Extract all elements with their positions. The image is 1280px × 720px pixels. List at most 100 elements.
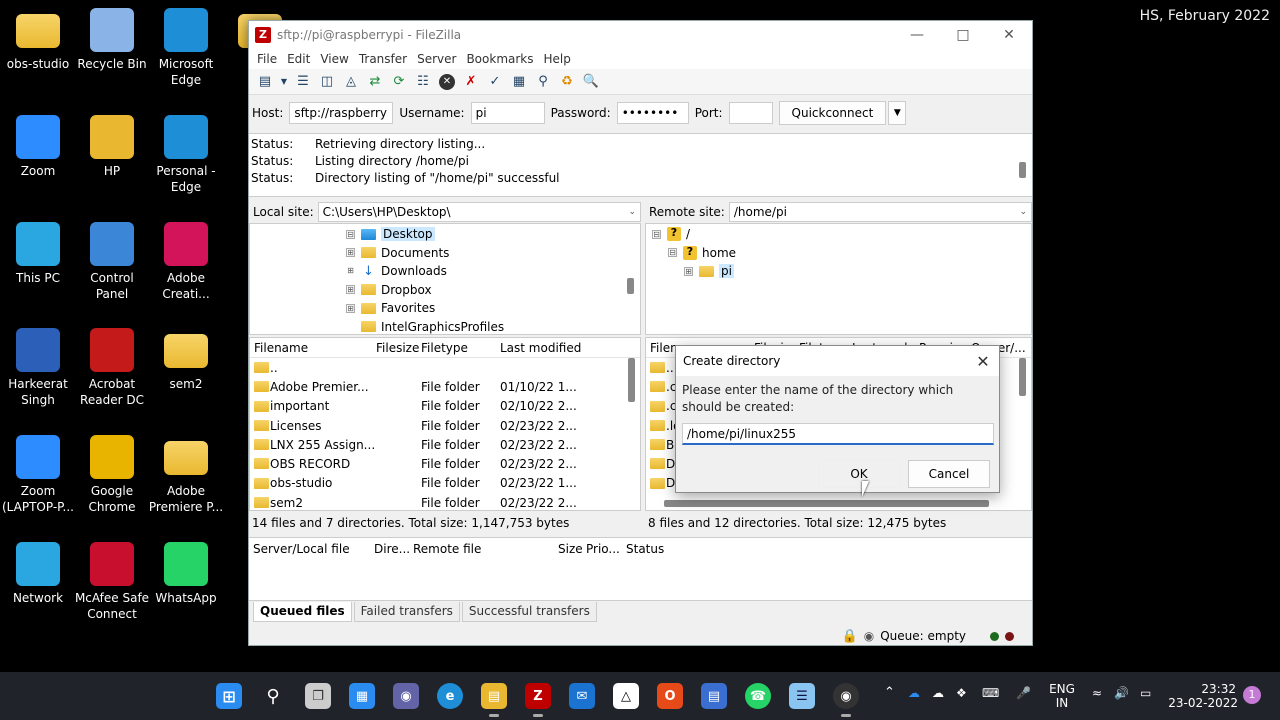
menu-view[interactable]: View bbox=[318, 52, 356, 66]
notepad-icon[interactable]: ☰ bbox=[789, 683, 815, 709]
col-filesize[interactable]: Filesize bbox=[376, 341, 419, 355]
menu-help[interactable]: Help bbox=[542, 52, 579, 66]
local-path-combo[interactable]: C:\Users\HP\Desktop\ ⌄ bbox=[317, 202, 641, 222]
toggle-log-icon[interactable]: ☰ bbox=[293, 72, 313, 92]
menu-edit[interactable]: Edit bbox=[285, 52, 318, 66]
filezilla-taskbar-icon[interactable]: Z bbox=[525, 683, 551, 717]
close-button[interactable]: ✕ bbox=[986, 27, 1032, 43]
queue-col-status[interactable]: Status bbox=[626, 542, 664, 556]
tree-item-home[interactable]: ⊟? home bbox=[646, 244, 1031, 263]
local-list-scrollbar[interactable] bbox=[628, 358, 635, 402]
process-queue-icon[interactable]: ☷ bbox=[413, 72, 433, 92]
menu-transfer[interactable]: Transfer bbox=[357, 52, 415, 66]
port-input[interactable] bbox=[728, 102, 773, 124]
title-bar[interactable]: Z sftp://pi@raspberrypi - FileZilla — □ … bbox=[249, 21, 1032, 49]
queue-col-direction[interactable]: Dire... bbox=[374, 542, 410, 556]
tree-item-documents[interactable]: ⊞ Documents bbox=[250, 244, 640, 263]
file-row[interactable]: OBS RECORD File folder 02/23/22 2... bbox=[250, 454, 640, 473]
collapse-icon[interactable]: ⊟ bbox=[668, 248, 677, 258]
teams-chat-icon[interactable]: ◉ bbox=[393, 683, 419, 709]
desktop-icon[interactable]: sem2 bbox=[148, 328, 224, 392]
tree-item-downloads[interactable]: ⊞ ↓ Downloads bbox=[250, 262, 640, 281]
desktop-icon[interactable]: McAfee Safe Connect bbox=[74, 542, 150, 622]
file-row[interactable]: important File folder 02/10/22 2... bbox=[250, 397, 640, 416]
menu-file[interactable]: File bbox=[255, 52, 285, 66]
expand-icon[interactable]: ⊞ bbox=[684, 266, 693, 276]
desktop-icon[interactable]: Zoom bbox=[0, 115, 76, 179]
desktop-icon[interactable]: obs-studio bbox=[0, 8, 76, 72]
search-icon[interactable]: ⚲ bbox=[533, 72, 553, 92]
sync-browse-icon[interactable]: ♻ bbox=[557, 72, 577, 92]
queue-col-server-local[interactable]: Server/Local file bbox=[253, 542, 350, 556]
toggle-queue-icon[interactable]: ⇄ bbox=[365, 72, 385, 92]
dropbox-icon[interactable]: ❖ bbox=[956, 686, 967, 700]
refresh-icon[interactable]: ⟳ bbox=[389, 72, 409, 92]
desktop-icon[interactable]: WhatsApp bbox=[148, 542, 224, 606]
obs-icon[interactable]: ◉ bbox=[833, 683, 859, 717]
minimize-button[interactable]: — bbox=[894, 27, 940, 43]
desktop-icon[interactable]: Control Panel bbox=[74, 222, 150, 302]
file-row[interactable]: obs-studio File folder 02/23/22 1... bbox=[250, 474, 640, 493]
expand-icon[interactable]: ⊞ bbox=[346, 266, 355, 276]
volume-icon[interactable]: 🔊 bbox=[1114, 686, 1129, 700]
tree-item-root[interactable]: ⊟? / bbox=[646, 225, 1031, 244]
onedrive-icon[interactable]: ☁ bbox=[908, 686, 920, 700]
desktop-icon[interactable]: Recycle Bin bbox=[74, 8, 150, 72]
notification-badge[interactable]: 1 bbox=[1243, 686, 1261, 704]
start-button-icon[interactable]: ⊞ bbox=[216, 683, 242, 709]
desktop-icon[interactable]: Adobe Creati... bbox=[148, 222, 224, 302]
local-tree-scrollbar[interactable] bbox=[627, 278, 634, 294]
keyboard-icon[interactable]: ⌨ bbox=[982, 686, 999, 700]
toggle-local-tree-icon[interactable]: ◫ bbox=[317, 72, 337, 92]
tree-item-pi[interactable]: ⊞ pi bbox=[646, 262, 1031, 281]
toggle-remote-tree-icon[interactable]: ◬ bbox=[341, 72, 361, 92]
remote-path-combo[interactable]: /home/pi ⌄ bbox=[728, 202, 1032, 222]
file-row[interactable]: LNX 255 Assign... File folder 02/23/22 2..… bbox=[250, 435, 640, 454]
tab-successful-transfers[interactable]: Successful transfers bbox=[461, 602, 597, 622]
col-filename[interactable]: Filename bbox=[254, 341, 308, 355]
cloud-icon[interactable]: ☁ bbox=[932, 686, 944, 700]
dialog-close-icon[interactable]: ✕ bbox=[967, 352, 999, 371]
remote-hscrollbar[interactable] bbox=[664, 500, 989, 507]
language-indicator[interactable]: ENG IN bbox=[1046, 682, 1078, 710]
quickconnect-button[interactable]: Quickconnect bbox=[778, 101, 887, 125]
queue-col-remote-file[interactable]: Remote file bbox=[413, 542, 481, 556]
desktop-icon[interactable]: Acrobat Reader DC bbox=[74, 328, 150, 408]
file-row[interactable]: Adobe Premier... File folder 01/10/22 1... bbox=[250, 377, 640, 396]
host-input[interactable] bbox=[289, 102, 394, 124]
expand-icon[interactable]: ⊞ bbox=[346, 303, 355, 313]
expand-icon[interactable]: ⊞ bbox=[346, 248, 355, 258]
expand-icon[interactable]: ⊞ bbox=[346, 285, 355, 295]
dialog-title-bar[interactable]: Create directory ✕ bbox=[676, 346, 999, 376]
file-row[interactable]: Licenses File folder 02/23/22 2... bbox=[250, 416, 640, 435]
tree-item-favorites[interactable]: ⊞ Favorites bbox=[250, 299, 640, 318]
tree-item-desktop[interactable]: ⊟ Desktop bbox=[250, 225, 640, 244]
network-app-icon[interactable]: ▤ bbox=[701, 683, 727, 709]
disconnect-icon[interactable]: ✗ bbox=[461, 72, 481, 92]
desktop-icon[interactable]: This PC bbox=[0, 222, 76, 286]
edge-icon[interactable]: e bbox=[437, 683, 463, 709]
tray-chevron-icon[interactable]: ⌃ bbox=[884, 686, 895, 700]
task-view-icon[interactable]: ❐ bbox=[305, 683, 331, 709]
microphone-icon[interactable]: 🎤 bbox=[1016, 686, 1031, 700]
quickconnect-dropdown-icon[interactable]: ▼ bbox=[888, 101, 907, 125]
site-manager-icon[interactable]: ▤ bbox=[255, 72, 275, 92]
tab-queued-files[interactable]: Queued files bbox=[253, 602, 352, 622]
tree-item-intelgraphicsprofiles[interactable]: IntelGraphicsProfiles bbox=[250, 318, 640, 335]
clock[interactable]: 23:32 23-02-2022 bbox=[1166, 682, 1238, 710]
file-explorer-icon[interactable]: ▤ bbox=[481, 683, 507, 717]
expand-icon[interactable]: ⊟ bbox=[346, 229, 355, 239]
mail-icon[interactable]: ✉ bbox=[569, 683, 595, 709]
search-icon[interactable]: ⚲ bbox=[260, 683, 286, 709]
desktop-icon[interactable]: Adobe Premiere P... bbox=[148, 435, 224, 515]
file-row[interactable]: .. bbox=[250, 358, 640, 377]
queue-col-priority[interactable]: Prio... bbox=[586, 542, 620, 556]
menu-server[interactable]: Server bbox=[415, 52, 464, 66]
app-icon[interactable]: △ bbox=[613, 683, 639, 709]
log-scrollbar[interactable] bbox=[1019, 162, 1026, 178]
find-files-icon[interactable]: 🔍 bbox=[581, 72, 601, 92]
desktop-icon[interactable]: Network bbox=[0, 542, 76, 606]
whatsapp-icon[interactable]: ☎ bbox=[745, 683, 771, 709]
reconnect-icon[interactable]: ✓ bbox=[485, 72, 505, 92]
desktop-icon[interactable]: Google Chrome bbox=[74, 435, 150, 515]
